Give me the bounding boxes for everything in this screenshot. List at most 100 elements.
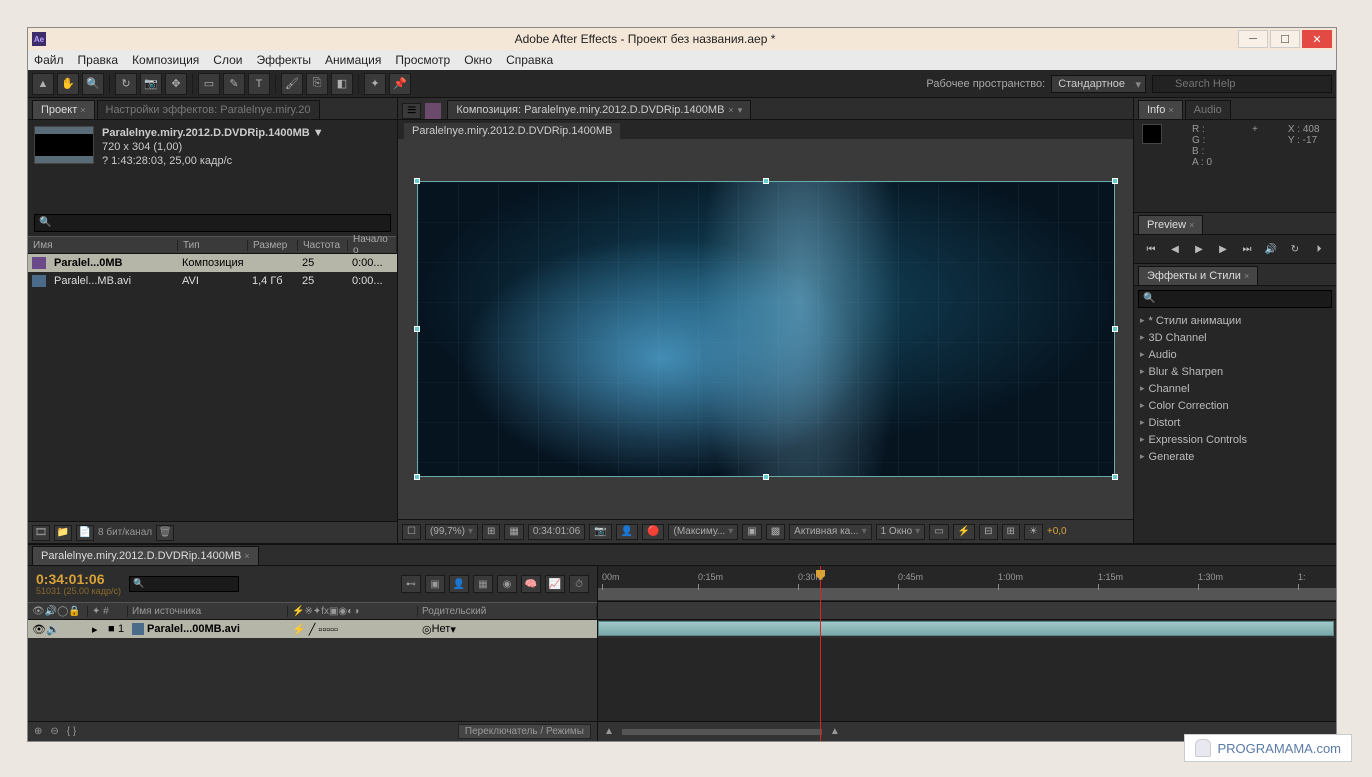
fast-preview-button[interactable]: ⚡: [953, 524, 975, 540]
text-tool[interactable]: T: [248, 73, 270, 95]
audio-tab[interactable]: Audio: [1185, 100, 1231, 119]
shy-button[interactable]: 👤: [449, 575, 469, 593]
minimize-button[interactable]: ─: [1238, 30, 1268, 48]
graph-editor-button[interactable]: 📈: [545, 575, 565, 593]
camera-dropdown[interactable]: Активная ка...: [789, 524, 871, 540]
menu-view[interactable]: Просмотр: [395, 53, 450, 67]
pixel-aspect-button[interactable]: ▭: [929, 524, 948, 540]
exposure-value[interactable]: +0,0: [1047, 526, 1067, 537]
menu-edit[interactable]: Правка: [78, 53, 119, 67]
playhead[interactable]: [820, 566, 821, 741]
mute-button[interactable]: 🔊: [1262, 241, 1280, 257]
menu-layers[interactable]: Слои: [213, 53, 242, 67]
prev-frame-button[interactable]: ◀: [1166, 241, 1184, 257]
snapshot-button[interactable]: 📷: [589, 524, 611, 540]
resize-handle[interactable]: [1112, 326, 1118, 332]
preview-tab[interactable]: Preview×: [1138, 215, 1203, 234]
video-clip[interactable]: [598, 621, 1334, 636]
maximize-button[interactable]: ☐: [1270, 30, 1300, 48]
composition-viewer[interactable]: [398, 139, 1133, 519]
resolution-dropdown[interactable]: (Максиму...: [668, 524, 738, 540]
toggle-switches-button[interactable]: ⊕: [34, 726, 42, 737]
time-ruler[interactable]: 00m 0:15m 0:30m 0:45m 1:00m 1:15m 1:30m …: [598, 566, 1336, 602]
puppet-tool[interactable]: 📌: [389, 73, 411, 95]
roi-button[interactable]: ▣: [742, 524, 761, 540]
delete-button[interactable]: 🗑: [156, 525, 174, 541]
switches-modes-toggle[interactable]: Переключатель / Режимы: [458, 724, 591, 739]
zoom-dropdown[interactable]: (99,7%): [425, 524, 478, 540]
menu-composition[interactable]: Композиция: [132, 53, 199, 67]
resize-handle[interactable]: [414, 474, 420, 480]
show-snapshot-button[interactable]: 👤: [616, 524, 638, 540]
layer-tab[interactable]: Paralelnye.miry.2012.D.DVDRip.1400MB: [404, 123, 620, 139]
channels-button[interactable]: 🔴: [642, 524, 664, 540]
menu-help[interactable]: Справка: [506, 53, 553, 67]
hand-tool[interactable]: ✋: [57, 73, 79, 95]
exposure-reset-button[interactable]: ☀: [1024, 524, 1043, 540]
transparency-button[interactable]: ▩: [766, 524, 785, 540]
motion-blur-button[interactable]: ◉: [497, 575, 517, 593]
selection-tool[interactable]: ▲: [32, 73, 54, 95]
last-frame-button[interactable]: ⏭: [1238, 241, 1256, 257]
toggle-switches-button[interactable]: ⊖: [50, 726, 58, 737]
loop-button[interactable]: ↻: [1286, 241, 1304, 257]
resize-handle[interactable]: [1112, 178, 1118, 184]
info-tab[interactable]: Info×: [1138, 100, 1183, 119]
flowchart-button[interactable]: ≡: [402, 103, 421, 119]
close-button[interactable]: ✕: [1302, 30, 1332, 48]
timecode-display[interactable]: 0:34:01:06: [528, 524, 585, 540]
clone-tool[interactable]: ⎘: [306, 73, 328, 95]
effects-category[interactable]: Expression Controls: [1134, 431, 1336, 448]
search-help-input[interactable]: [1152, 75, 1332, 93]
brush-tool[interactable]: 🖌: [281, 73, 303, 95]
toggle-switches-button[interactable]: { }: [67, 726, 76, 737]
eraser-tool[interactable]: ◧: [331, 73, 353, 95]
timeline-search[interactable]: [129, 576, 239, 592]
video-frame[interactable]: [417, 181, 1115, 477]
menu-window[interactable]: Окно: [464, 53, 492, 67]
frame-blend-button[interactable]: ▦: [473, 575, 493, 593]
project-row[interactable]: Paralel...0MB Композиция 25 0:00...: [28, 254, 397, 272]
effects-category[interactable]: Distort: [1134, 414, 1336, 431]
titlebar[interactable]: Ae Adobe After Effects - Проект без назв…: [28, 28, 1336, 50]
flowchart-button[interactable]: ⊞: [1002, 524, 1020, 540]
resize-handle[interactable]: [414, 178, 420, 184]
timeline-layer[interactable]: 👁🔊 ▸ ■ 1 Paralel...00MB.avi ⚡ ╱ ▫▫▫▫▫ ◎ …: [28, 620, 597, 638]
resize-handle[interactable]: [763, 474, 769, 480]
timeline-tab[interactable]: Paralelnye.miry.2012.D.DVDRip.1400MB×: [32, 546, 259, 565]
project-search[interactable]: [34, 214, 391, 232]
effects-category[interactable]: Audio: [1134, 346, 1336, 363]
effects-category[interactable]: 3D Channel: [1134, 329, 1336, 346]
interpret-button[interactable]: 🎞: [32, 525, 50, 541]
project-tab[interactable]: Проект×: [32, 100, 95, 119]
project-row[interactable]: Paralel...MB.avi AVI 1,4 Гб 25 0:00...: [28, 272, 397, 290]
views-dropdown[interactable]: 1 Окно: [876, 524, 926, 540]
effects-category[interactable]: * Стили анимации: [1134, 312, 1336, 329]
resolution-button[interactable]: ⊞: [482, 524, 500, 540]
timeline-button[interactable]: ⊟: [979, 524, 997, 540]
new-folder-button[interactable]: 📁: [54, 525, 72, 541]
toggle-alpha-button[interactable]: ☐: [402, 524, 421, 540]
close-icon[interactable]: ×: [80, 105, 85, 115]
rotation-tool[interactable]: ↻: [115, 73, 137, 95]
effects-tab[interactable]: Эффекты и Стили×: [1138, 266, 1258, 285]
new-comp-button[interactable]: 📄: [76, 525, 94, 541]
resize-handle[interactable]: [763, 178, 769, 184]
rect-tool[interactable]: ▭: [198, 73, 220, 95]
bpc-label[interactable]: 8 бит/канал: [98, 527, 152, 538]
current-time[interactable]: 0:34:01:06: [36, 572, 121, 586]
composition-tab[interactable]: Композиция: Paralelnye.miry.2012.D.DVDRi…: [447, 100, 751, 119]
ram-preview-button[interactable]: ⏵: [1310, 241, 1328, 257]
play-button[interactable]: ▶: [1190, 241, 1208, 257]
brainiac-button[interactable]: 🧠: [521, 575, 541, 593]
zoom-tool[interactable]: 🔍: [82, 73, 104, 95]
resize-handle[interactable]: [1112, 474, 1118, 480]
effects-category[interactable]: Generate: [1134, 448, 1336, 465]
menu-animation[interactable]: Анимация: [325, 53, 381, 67]
effects-category[interactable]: Color Correction: [1134, 397, 1336, 414]
first-frame-button[interactable]: ⏮: [1142, 241, 1160, 257]
auto-keyframe-button[interactable]: ⏱: [569, 575, 589, 593]
camera-tool[interactable]: 📷: [140, 73, 162, 95]
roto-tool[interactable]: ✦: [364, 73, 386, 95]
resize-handle[interactable]: [414, 326, 420, 332]
